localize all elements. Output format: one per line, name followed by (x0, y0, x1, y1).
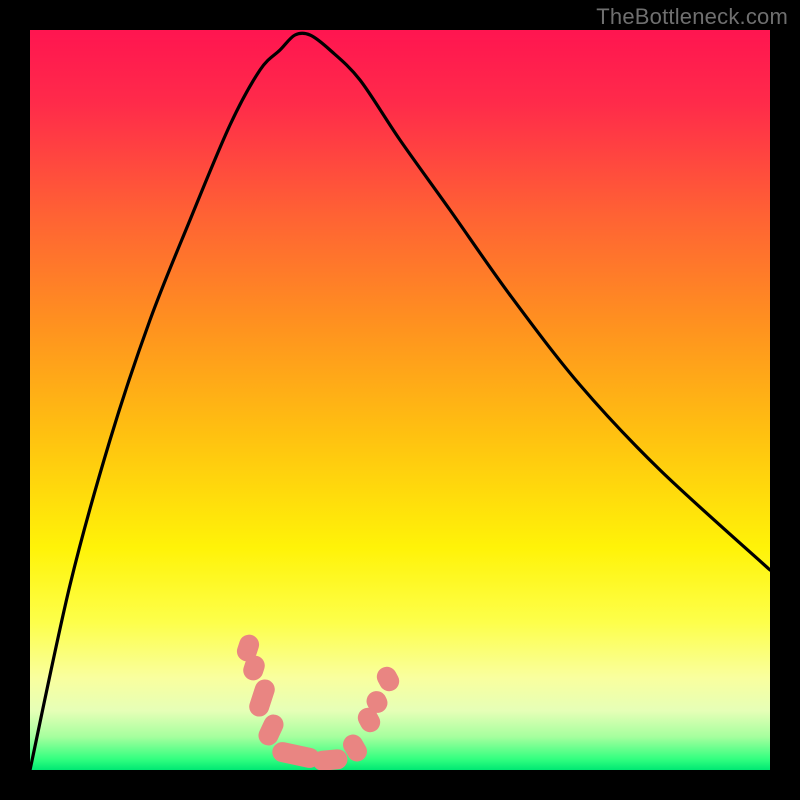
chart-frame: TheBottleneck.com (0, 0, 800, 800)
watermark-text: TheBottleneck.com (596, 4, 788, 30)
marker-2 (247, 677, 278, 719)
data-markers (30, 30, 770, 770)
marker-5 (312, 749, 349, 770)
plot-area (30, 30, 770, 770)
